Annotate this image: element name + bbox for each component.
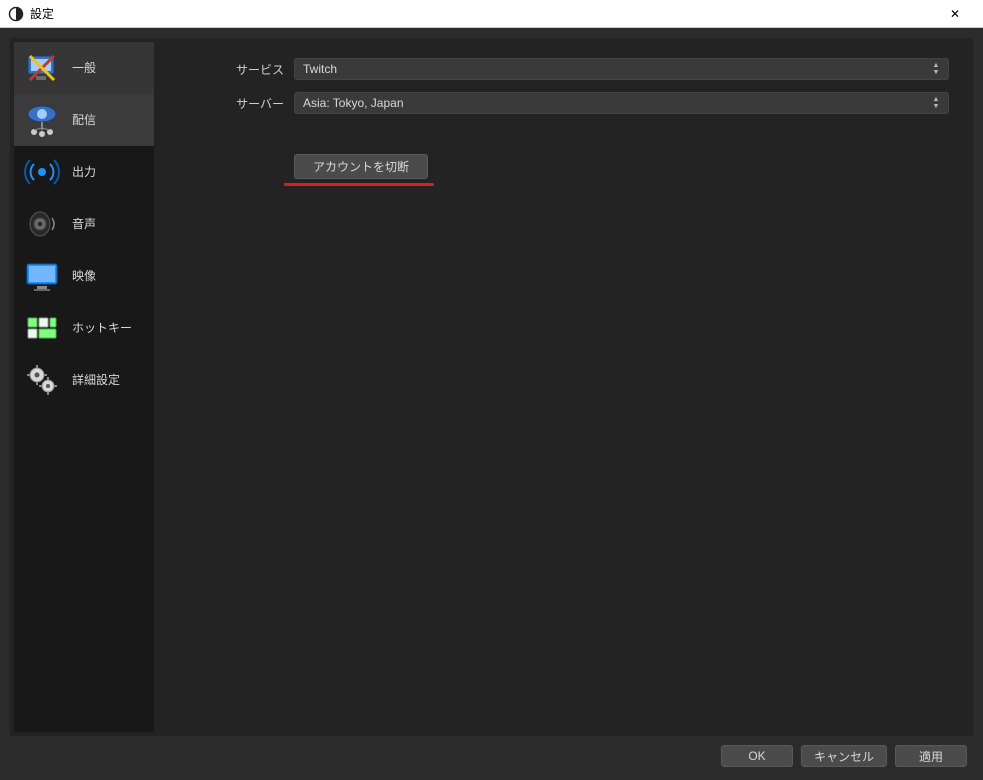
service-value: Twitch <box>303 62 337 76</box>
speaker-icon <box>22 204 62 244</box>
sidebar-item-label: 出力 <box>72 163 96 180</box>
sidebar-item-stream[interactable]: 配信 <box>14 94 154 146</box>
server-value: Asia: Tokyo, Japan <box>303 96 404 110</box>
settings-sidebar: 一般 配信 出力 音声 <box>14 42 154 732</box>
service-label: サービス <box>184 61 284 78</box>
display-icon <box>22 256 62 296</box>
sidebar-item-output[interactable]: 出力 <box>14 146 154 198</box>
sidebar-item-video[interactable]: 映像 <box>14 250 154 302</box>
sidebar-item-advanced[interactable]: 詳細設定 <box>14 354 154 406</box>
disconnect-account-button[interactable]: アカウントを切断 <box>294 154 428 179</box>
content-area: 一般 配信 出力 音声 <box>10 38 973 736</box>
dialog-footer: OK キャンセル 適用 <box>10 736 973 770</box>
close-icon: ✕ <box>950 7 960 21</box>
gears-icon <box>22 360 62 400</box>
titlebar: 設定 ✕ <box>0 0 983 28</box>
broadcast-icon <box>22 152 62 192</box>
cancel-button[interactable]: キャンセル <box>801 745 887 767</box>
spinner-icon: ▲▼ <box>928 62 944 76</box>
sidebar-item-hotkeys[interactable]: ホットキー <box>14 302 154 354</box>
sidebar-item-label: 詳細設定 <box>72 371 120 388</box>
server-row: サーバー Asia: Tokyo, Japan ▲▼ <box>184 92 949 114</box>
sidebar-item-label: 音声 <box>72 215 96 232</box>
monitor-tools-icon <box>22 48 62 88</box>
keyboard-icon <box>22 308 62 348</box>
titlebar-left: 設定 <box>8 5 54 22</box>
sidebar-item-label: 映像 <box>72 267 96 284</box>
window-title: 設定 <box>30 5 54 22</box>
stream-settings-panel: サービス Twitch ▲▼ サーバー Asia: Tokyo, Japan ▲… <box>164 42 969 732</box>
window-body: 一般 配信 出力 音声 <box>0 28 983 780</box>
sidebar-item-label: 一般 <box>72 59 96 76</box>
service-select[interactable]: Twitch ▲▼ <box>294 58 949 80</box>
sidebar-item-label: ホットキー <box>72 319 132 336</box>
close-button[interactable]: ✕ <box>935 2 975 26</box>
server-label: サーバー <box>184 95 284 112</box>
spinner-icon: ▲▼ <box>928 96 944 110</box>
apply-button[interactable]: 適用 <box>895 745 967 767</box>
server-select[interactable]: Asia: Tokyo, Japan ▲▼ <box>294 92 949 114</box>
service-row: サービス Twitch ▲▼ <box>184 58 949 80</box>
sidebar-item-general[interactable]: 一般 <box>14 42 154 94</box>
sidebar-item-audio[interactable]: 音声 <box>14 198 154 250</box>
network-icon <box>22 100 62 140</box>
annotation-underline <box>284 183 434 186</box>
disconnect-row: アカウントを切断 <box>184 154 949 186</box>
sidebar-item-label: 配信 <box>72 111 96 128</box>
app-icon <box>8 6 24 22</box>
ok-button[interactable]: OK <box>721 745 793 767</box>
